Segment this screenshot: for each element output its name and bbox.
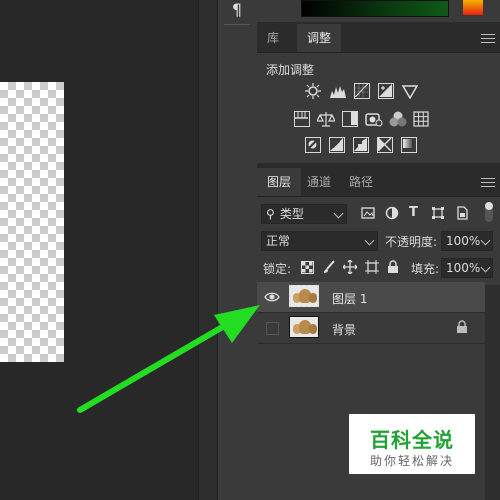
watermark-logo: 百科全说 助你轻松解决 [349,414,475,474]
watermark-title: 百科全说 [370,428,454,452]
watermark-subtitle: 助你轻松解决 [369,454,454,468]
